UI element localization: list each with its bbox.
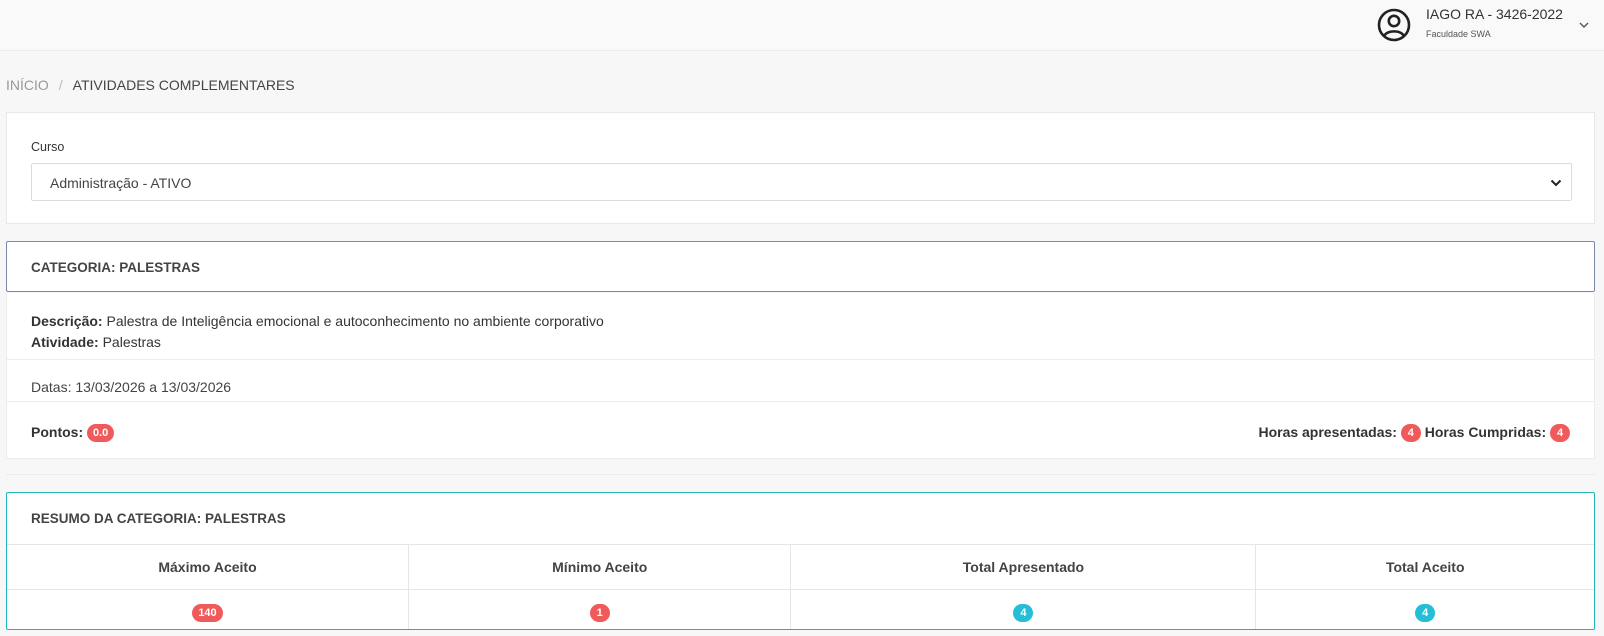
categoria-body: Descrição: Palestra de Inteligência emoc… — [6, 293, 1595, 459]
cell-minimo-aceito: 1 — [407, 589, 791, 629]
divider — [7, 401, 1594, 402]
section-divider — [6, 474, 1595, 475]
categoria-title: CATEGORIA: PALESTRAS — [31, 260, 201, 275]
maximo-aceito-badge: 140 — [192, 604, 223, 623]
breadcrumb: INÍCIO / ATIVIDADES COMPLEMENTARES — [6, 77, 295, 93]
breadcrumb-current: ATIVIDADES COMPLEMENTARES — [72, 77, 295, 93]
user-institution: Faculdade SWA — [1426, 29, 1491, 39]
divider — [7, 359, 1594, 360]
table-header-row: Máximo Aceito Mínimo Aceito Total Aprese… — [7, 544, 1594, 590]
resumo-card: RESUMO DA CATEGORIA: PALESTRAS Máximo Ac… — [6, 492, 1595, 630]
datas-text: Datas: 13/03/2026 a 13/03/2026 — [31, 379, 232, 395]
cell-total-aceito: 4 — [1255, 589, 1594, 629]
categoria-header: CATEGORIA: PALESTRAS — [6, 241, 1595, 292]
cell-maximo-aceito: 140 — [7, 590, 409, 630]
curso-label: Curso — [31, 140, 65, 154]
atividade-label: Atividade: — [31, 334, 99, 350]
chevron-down-icon — [1550, 179, 1562, 187]
table-row: 140 1 4 4 — [7, 589, 1594, 630]
horas-apresentadas-badge: 4 — [1400, 424, 1421, 443]
top-bar: IAGO RA - 3426-2022 Faculdade SWA — [0, 0, 1604, 51]
pontos-row: Pontos: 0.0 — [31, 424, 115, 443]
pontos-badge: 0.0 — [87, 424, 115, 443]
col-minimo-aceito: Mínimo Aceito — [407, 544, 791, 590]
horas-apresentadas-label: Horas apresentadas: — [1258, 424, 1397, 440]
col-total-apresentado: Total Apresentado — [790, 544, 1256, 590]
horas-row: Horas apresentadas: 4 Horas Cumpridas: 4 — [1258, 424, 1570, 443]
pontos-label: Pontos: — [31, 424, 84, 440]
breadcrumb-home[interactable]: INÍCIO — [6, 77, 49, 93]
col-maximo-aceito: Máximo Aceito — [7, 544, 409, 590]
resumo-title: RESUMO DA CATEGORIA: PALESTRAS — [31, 511, 286, 526]
curso-card: Curso Administração - ATIVO — [6, 112, 1595, 224]
chevron-down-icon[interactable] — [1577, 18, 1591, 32]
minimo-aceito-badge: 1 — [589, 604, 610, 623]
breadcrumb-separator: / — [58, 77, 63, 93]
user-name[interactable]: IAGO RA - 3426-2022 — [1426, 6, 1563, 22]
cell-total-apresentado: 4 — [790, 589, 1256, 629]
col-total-aceito: Total Aceito — [1255, 544, 1594, 590]
total-aceito-badge: 4 — [1415, 604, 1436, 623]
atividade-row: Atividade: Palestras — [31, 332, 604, 353]
horas-cumpridas-label: Horas Cumpridas: — [1424, 424, 1547, 440]
curso-selected-value: Administração - ATIVO — [50, 175, 192, 191]
descricao-value: Palestra de Inteligência emocional e aut… — [106, 313, 604, 329]
resumo-table: Máximo Aceito Mínimo Aceito Total Aprese… — [7, 544, 1594, 630]
total-apresentado-badge: 4 — [1013, 604, 1034, 623]
horas-cumpridas-badge: 4 — [1550, 424, 1570, 443]
atividade-value: Palestras — [102, 334, 161, 350]
categoria-details: Descrição: Palestra de Inteligência emoc… — [31, 311, 604, 353]
user-circle-icon[interactable] — [1376, 7, 1412, 43]
descricao-label: Descrição: — [31, 313, 103, 329]
curso-select[interactable]: Administração - ATIVO — [31, 163, 1572, 201]
descricao-row: Descrição: Palestra de Inteligência emoc… — [31, 311, 604, 332]
